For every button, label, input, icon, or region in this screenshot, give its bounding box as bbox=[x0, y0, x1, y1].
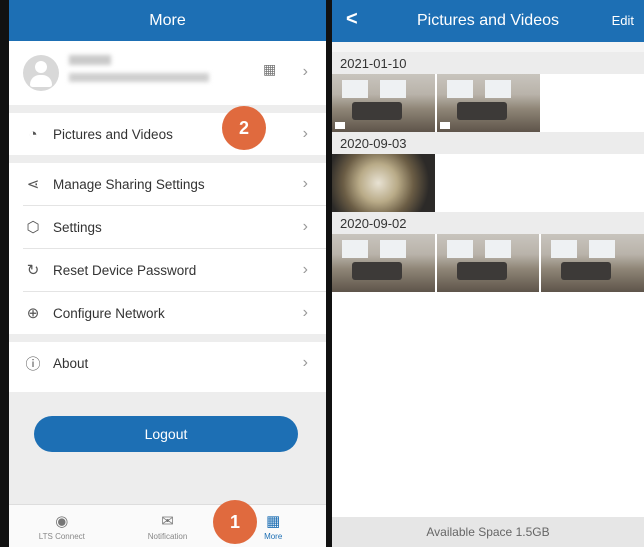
menu-item-about[interactable]: ⓘ About › bbox=[9, 342, 326, 384]
menu-item-pictures-videos[interactable]: ◔ Pictures and Videos › bbox=[9, 113, 326, 155]
video-camera-icon bbox=[440, 122, 450, 129]
bottom-navigation: ◉ LTS Connect ✉ Notification ▦ More bbox=[9, 504, 326, 547]
chevron-right-icon: › bbox=[302, 304, 308, 321]
back-arrow-icon[interactable]: < bbox=[346, 8, 358, 31]
more-title: More bbox=[149, 11, 186, 29]
pictures-header: < Pictures and Videos Edit bbox=[332, 0, 644, 42]
menu-item-manage-sharing[interactable]: ⋖ Manage Sharing Settings › bbox=[9, 163, 326, 205]
thumb-row bbox=[332, 154, 644, 212]
pictures-icon: ◔ bbox=[28, 125, 38, 143]
video-thumbnail[interactable] bbox=[332, 74, 435, 132]
chevron-right-icon: › bbox=[302, 175, 308, 192]
tab-label: More bbox=[264, 531, 283, 541]
menu-item-label: Configure Network bbox=[53, 305, 165, 321]
available-space-text: Available Space 1.5GB bbox=[426, 525, 550, 539]
more-screen: More ▦ › ◔ Pictures and Videos › ⋖ Manag… bbox=[0, 0, 326, 547]
chevron-right-icon: › bbox=[302, 63, 308, 80]
qr-code-icon[interactable]: ▦ bbox=[263, 61, 276, 78]
divider bbox=[9, 155, 326, 163]
available-space-bar: Available Space 1.5GB bbox=[332, 517, 644, 547]
thumb-row bbox=[332, 234, 644, 292]
mail-icon: ✉ bbox=[161, 512, 174, 530]
video-thumbnail[interactable] bbox=[332, 234, 435, 292]
lts-icon: ◉ bbox=[55, 512, 69, 530]
menu-item-reset-password[interactable]: ↻ Reset Device Password › bbox=[9, 249, 326, 291]
chevron-right-icon: › bbox=[302, 125, 308, 142]
profile-row[interactable]: ▦ › bbox=[9, 41, 326, 113]
video-thumbnail[interactable] bbox=[437, 74, 540, 132]
tab-lts-connect[interactable]: ◉ LTS Connect bbox=[9, 505, 115, 547]
network-icon: ⊕ bbox=[26, 305, 40, 322]
pictures-videos-screen: < Pictures and Videos Edit 2021-01-10 20… bbox=[332, 0, 644, 547]
menu-item-label: Settings bbox=[53, 219, 102, 235]
step-badge-1: 1 bbox=[213, 500, 257, 544]
tab-notification[interactable]: ✉ Notification bbox=[115, 505, 221, 547]
share-icon: ⋖ bbox=[26, 176, 40, 193]
video-thumbnail[interactable] bbox=[541, 234, 644, 292]
menu-item-label: Manage Sharing Settings bbox=[53, 176, 205, 192]
chevron-right-icon: › bbox=[302, 354, 308, 371]
menu-item-label: About bbox=[53, 355, 89, 371]
tab-label: LTS Connect bbox=[38, 531, 85, 541]
media-list: 2021-01-10 2020-09-03 2020-09-02 bbox=[332, 52, 644, 517]
video-thumbnail[interactable] bbox=[436, 234, 540, 292]
logout-button[interactable]: Logout bbox=[34, 416, 298, 452]
profile-email-blurred bbox=[69, 73, 209, 82]
video-camera-icon bbox=[335, 122, 345, 129]
thumb-row bbox=[332, 74, 644, 132]
menu-item-label: Reset Device Password bbox=[53, 262, 197, 278]
divider bbox=[9, 334, 326, 342]
gear-icon: ⬡ bbox=[26, 219, 40, 236]
more-header: More bbox=[9, 0, 326, 41]
date-header: 2020-09-02 bbox=[332, 212, 644, 234]
menu-item-settings[interactable]: ⬡ Settings › bbox=[9, 206, 326, 248]
info-icon: ⓘ bbox=[25, 355, 41, 373]
pictures-title: Pictures and Videos bbox=[416, 12, 559, 29]
profile-name-blurred bbox=[69, 55, 111, 65]
chevron-right-icon: › bbox=[302, 261, 308, 278]
edit-button[interactable]: Edit bbox=[612, 13, 634, 28]
chevron-right-icon: › bbox=[302, 218, 308, 235]
avatar-icon bbox=[23, 55, 59, 91]
menu-item-configure-network[interactable]: ⊕ Configure Network › bbox=[9, 292, 326, 334]
tab-label: Notification bbox=[147, 531, 188, 541]
grid-icon: ▦ bbox=[266, 512, 281, 530]
date-header: 2021-01-10 bbox=[332, 52, 644, 74]
date-header: 2020-09-03 bbox=[332, 132, 644, 154]
reset-icon: ↻ bbox=[26, 262, 40, 279]
step-badge-2: 2 bbox=[222, 106, 266, 150]
video-thumbnail[interactable] bbox=[332, 154, 435, 212]
menu-item-label: Pictures and Videos bbox=[53, 126, 173, 142]
